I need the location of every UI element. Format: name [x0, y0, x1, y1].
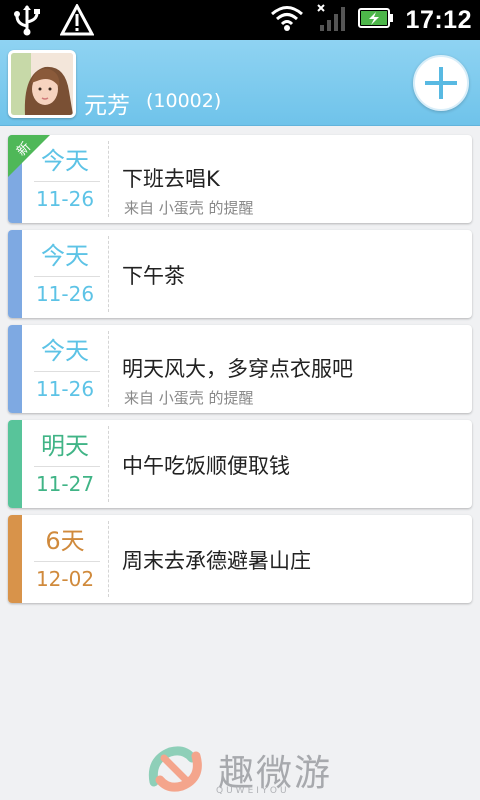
- reminder-date: 11-26: [35, 187, 95, 211]
- wifi-icon: [270, 4, 304, 36]
- divider: [34, 561, 100, 562]
- reminder-day: 今天: [41, 337, 89, 365]
- user-name: 元芳: [84, 93, 130, 119]
- divider: [108, 426, 109, 502]
- warning-icon: [59, 2, 95, 40]
- watermark-subtext: QUWEIYOU: [216, 786, 290, 796]
- battery-charging-icon: [357, 7, 394, 33]
- reminder-date: 11-27: [35, 472, 95, 496]
- reminder-title: 下班去唱K: [122, 167, 220, 191]
- reminder-source: 来自 小蛋壳 的提醒: [124, 389, 254, 407]
- watermark-logo: [148, 742, 204, 798]
- reminder-date: 12-02: [35, 567, 95, 591]
- status-bar: 17:12: [0, 0, 480, 40]
- divider: [108, 521, 109, 597]
- reminder-card[interactable]: 明天 11-27 中午吃饭顺便取钱: [8, 420, 472, 508]
- reminder-day: 今天: [41, 147, 89, 175]
- signal-icon: [316, 3, 346, 37]
- reminder-card[interactable]: 新 今天 11-26 下班去唱K 来自 小蛋壳 的提醒: [8, 135, 472, 223]
- reminder-source: 来自 小蛋壳 的提醒: [124, 199, 254, 217]
- divider: [34, 181, 100, 182]
- reminder-day: 明天: [41, 432, 89, 460]
- divider: [108, 141, 109, 217]
- divider: [108, 236, 109, 312]
- reminder-title: 中午吃饭顺便取钱: [122, 454, 290, 478]
- app-header: 元芳 (10002): [0, 40, 480, 126]
- reminder-card[interactable]: 今天 11-26 下午茶: [8, 230, 472, 318]
- divider: [34, 371, 100, 372]
- reminder-card[interactable]: 今天 11-26 明天风大，多穿点衣服吧 来自 小蛋壳 的提醒: [8, 325, 472, 413]
- divider: [108, 331, 109, 407]
- reminder-title: 周末去承德避暑山庄: [122, 549, 311, 573]
- reminder-card[interactable]: 6天 12-02 周末去承德避暑山庄: [8, 515, 472, 603]
- avatar[interactable]: [8, 50, 76, 118]
- user-id: (10002): [146, 90, 222, 112]
- divider: [34, 276, 100, 277]
- category-stripe: [8, 515, 22, 603]
- usb-icon: [12, 4, 42, 40]
- divider: [34, 466, 100, 467]
- reminder-title: 下午茶: [122, 264, 185, 288]
- reminder-day: 今天: [41, 242, 89, 270]
- reminder-day: 6天: [45, 527, 85, 555]
- reminder-date: 11-26: [35, 377, 95, 401]
- category-stripe: [8, 325, 22, 413]
- clock: 17:12: [405, 5, 472, 34]
- reminder-title: 明天风大，多穿点衣服吧: [122, 357, 353, 381]
- category-stripe: [8, 230, 22, 318]
- add-reminder-button[interactable]: [413, 55, 469, 111]
- category-stripe: [8, 420, 22, 508]
- reminder-date: 11-26: [35, 282, 95, 306]
